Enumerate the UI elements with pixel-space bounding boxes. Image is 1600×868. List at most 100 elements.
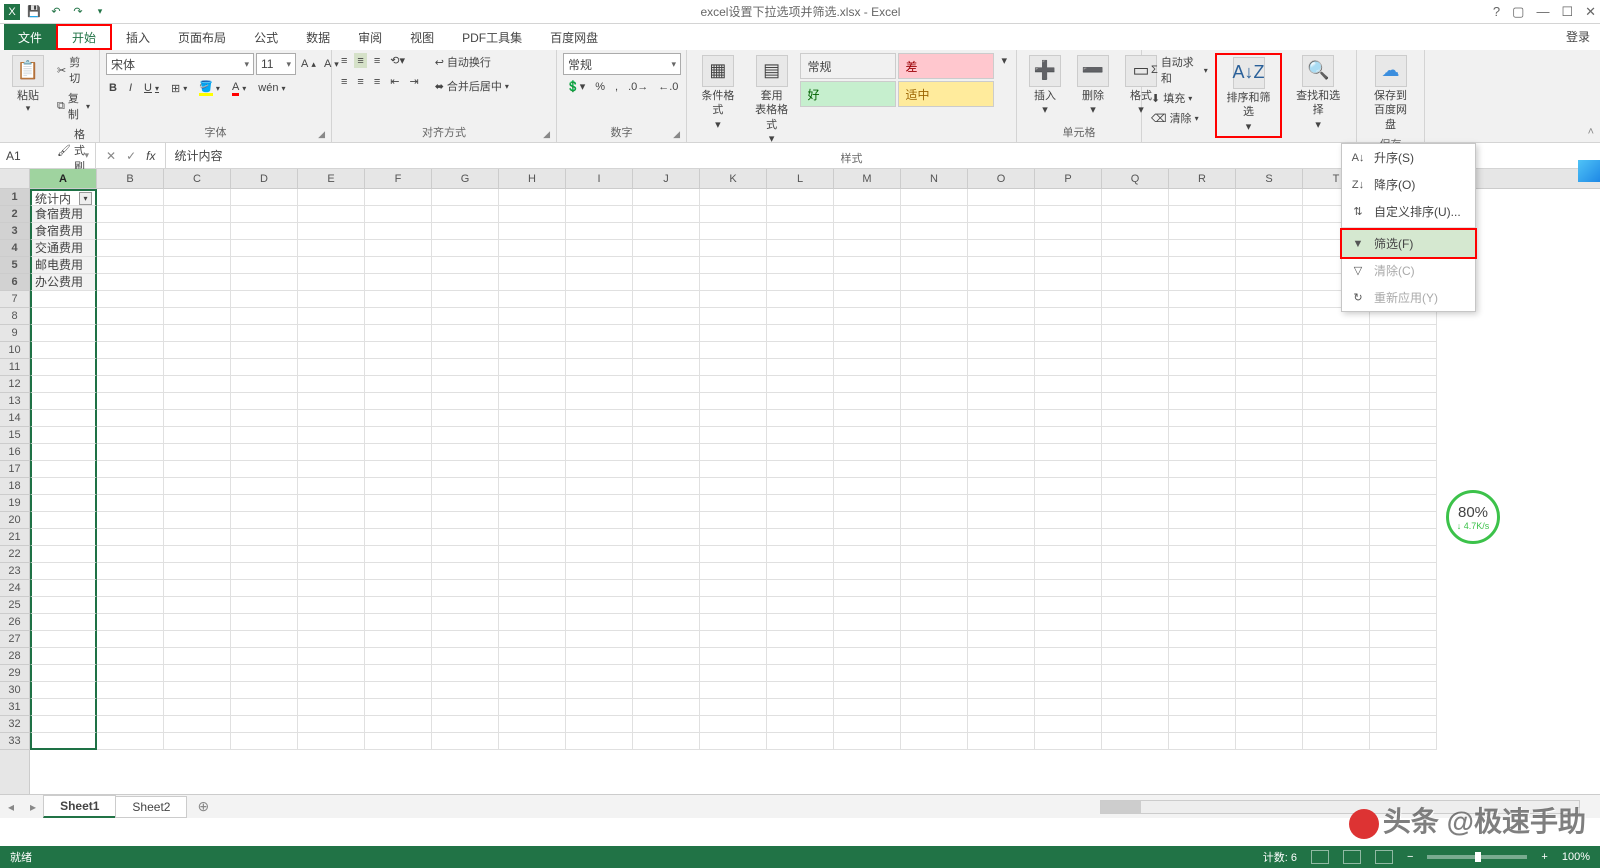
tab-data[interactable]: 数据 <box>292 24 344 50</box>
cell-H9[interactable] <box>499 325 566 342</box>
cell-D22[interactable] <box>231 546 298 563</box>
cell-N24[interactable] <box>901 580 968 597</box>
cell-K18[interactable] <box>700 478 767 495</box>
cell-O4[interactable] <box>968 240 1035 257</box>
cell-B3[interactable] <box>97 223 164 240</box>
cell-N22[interactable] <box>901 546 968 563</box>
cell-H32[interactable] <box>499 716 566 733</box>
cell-P11[interactable] <box>1035 359 1102 376</box>
row-header-19[interactable]: 19 <box>0 495 29 512</box>
font-size-combo[interactable]: 11▾ <box>256 53 296 75</box>
cell-B16[interactable] <box>97 444 164 461</box>
cell-G18[interactable] <box>432 478 499 495</box>
cell-B24[interactable] <box>97 580 164 597</box>
cell-E30[interactable] <box>298 682 365 699</box>
cell-O29[interactable] <box>968 665 1035 682</box>
row-header-1[interactable]: 1 <box>0 189 29 206</box>
cell-E21[interactable] <box>298 529 365 546</box>
cell-O31[interactable] <box>968 699 1035 716</box>
cell-H26[interactable] <box>499 614 566 631</box>
cell-N20[interactable] <box>901 512 968 529</box>
cell-Q23[interactable] <box>1102 563 1169 580</box>
cell-O2[interactable] <box>968 206 1035 223</box>
cell-K8[interactable] <box>700 308 767 325</box>
cell-Q9[interactable] <box>1102 325 1169 342</box>
column-header-O[interactable]: O <box>968 169 1035 188</box>
cell-J1[interactable] <box>633 189 700 206</box>
column-header-J[interactable]: J <box>633 169 700 188</box>
cell-J5[interactable] <box>633 257 700 274</box>
cell-J17[interactable] <box>633 461 700 478</box>
cell-U28[interactable] <box>1370 648 1437 665</box>
cell-B18[interactable] <box>97 478 164 495</box>
cell-S29[interactable] <box>1236 665 1303 682</box>
decrease-decimal-button[interactable]: ←.0 <box>655 79 681 94</box>
cell-P20[interactable] <box>1035 512 1102 529</box>
cell-A11[interactable] <box>30 359 97 376</box>
cell-C32[interactable] <box>164 716 231 733</box>
cell-R3[interactable] <box>1169 223 1236 240</box>
cell-N15[interactable] <box>901 427 968 444</box>
cell-S33[interactable] <box>1236 733 1303 750</box>
font-color-button[interactable]: A▾ <box>229 79 249 97</box>
cell-K9[interactable] <box>700 325 767 342</box>
cell-U13[interactable] <box>1370 393 1437 410</box>
cell-I16[interactable] <box>566 444 633 461</box>
cell-U17[interactable] <box>1370 461 1437 478</box>
cell-O17[interactable] <box>968 461 1035 478</box>
cell-E5[interactable] <box>298 257 365 274</box>
cell-T32[interactable] <box>1303 716 1370 733</box>
save-icon[interactable]: 💾 <box>26 4 42 20</box>
cell-E17[interactable] <box>298 461 365 478</box>
cell-P2[interactable] <box>1035 206 1102 223</box>
cell-R32[interactable] <box>1169 716 1236 733</box>
cell-K30[interactable] <box>700 682 767 699</box>
cell-K2[interactable] <box>700 206 767 223</box>
cell-L12[interactable] <box>767 376 834 393</box>
cell-U24[interactable] <box>1370 580 1437 597</box>
cell-M5[interactable] <box>834 257 901 274</box>
cell-T28[interactable] <box>1303 648 1370 665</box>
cell-N8[interactable] <box>901 308 968 325</box>
cell-H5[interactable] <box>499 257 566 274</box>
cell-C25[interactable] <box>164 597 231 614</box>
cell-C26[interactable] <box>164 614 231 631</box>
cell-S19[interactable] <box>1236 495 1303 512</box>
tab-file[interactable]: 文件 <box>4 24 56 50</box>
cell-D7[interactable] <box>231 291 298 308</box>
cell-D25[interactable] <box>231 597 298 614</box>
cell-M33[interactable] <box>834 733 901 750</box>
zoom-slider[interactable] <box>1427 855 1527 859</box>
login-button[interactable]: 登录 <box>1556 24 1600 50</box>
enter-formula-icon[interactable]: ✓ <box>126 149 136 163</box>
cell-O15[interactable] <box>968 427 1035 444</box>
bold-button[interactable]: B <box>106 79 120 97</box>
cell-I5[interactable] <box>566 257 633 274</box>
cell-Q32[interactable] <box>1102 716 1169 733</box>
cell-I14[interactable] <box>566 410 633 427</box>
cell-B31[interactable] <box>97 699 164 716</box>
cell-N1[interactable] <box>901 189 968 206</box>
cell-B10[interactable] <box>97 342 164 359</box>
cell-M8[interactable] <box>834 308 901 325</box>
close-icon[interactable]: ✕ <box>1585 4 1596 20</box>
cell-R20[interactable] <box>1169 512 1236 529</box>
cell-G6[interactable] <box>432 274 499 291</box>
cell-F9[interactable] <box>365 325 432 342</box>
cell-R2[interactable] <box>1169 206 1236 223</box>
cell-K32[interactable] <box>700 716 767 733</box>
cell-S26[interactable] <box>1236 614 1303 631</box>
cell-U16[interactable] <box>1370 444 1437 461</box>
collapse-ribbon-icon[interactable]: ˄ <box>1588 126 1594 138</box>
cell-F24[interactable] <box>365 580 432 597</box>
cell-O6[interactable] <box>968 274 1035 291</box>
row-header-6[interactable]: 6 <box>0 274 29 291</box>
cell-J26[interactable] <box>633 614 700 631</box>
cell-I15[interactable] <box>566 427 633 444</box>
find-select-button[interactable]: 🔍查找和选择▾ <box>1286 53 1350 134</box>
cell-H11[interactable] <box>499 359 566 376</box>
cell-T27[interactable] <box>1303 631 1370 648</box>
cell-A25[interactable] <box>30 597 97 614</box>
cell-Q26[interactable] <box>1102 614 1169 631</box>
cell-O8[interactable] <box>968 308 1035 325</box>
